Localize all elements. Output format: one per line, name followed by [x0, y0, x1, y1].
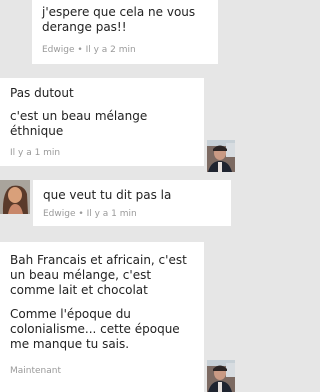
message-text: Bah Francais et africain, c'est un beau …	[10, 253, 187, 297]
author-name: Edwige	[43, 209, 76, 219]
avatar[interactable]	[0, 180, 30, 214]
man-portrait-icon	[207, 140, 235, 172]
man-portrait-icon	[207, 360, 235, 392]
message-text: c'est un beau mélange éthnique	[10, 109, 148, 138]
author-name: Edwige	[42, 45, 75, 55]
message-text: que veut tu dit pas la	[43, 188, 172, 202]
chat-message: Pas dutout c'est un beau mélange éthniqu…	[0, 78, 204, 166]
separator: •	[78, 209, 84, 219]
avatar[interactable]	[207, 140, 235, 172]
message-text: Comme l'époque du colonialisme... cette …	[10, 307, 180, 351]
message-meta: Edwige • Il y a 1 min	[43, 209, 137, 219]
chat-message: que veut tu dit pas la Edwige • Il y a 1…	[33, 180, 231, 226]
chat-message: j'espere que cela ne vous derange pas!! …	[32, 0, 218, 64]
message-meta: Edwige • Il y a 2 min	[42, 45, 136, 55]
message-text: j'espere que cela ne vous derange pas!!	[42, 5, 196, 34]
woman-portrait-icon	[0, 180, 30, 214]
timestamp: Maintenant	[10, 366, 62, 376]
message-text: Pas dutout	[10, 86, 74, 100]
avatar[interactable]	[207, 360, 235, 392]
timestamp: Il y a 1 min	[10, 148, 61, 158]
chat-message: Bah Francais et africain, c'est un beau …	[0, 242, 204, 392]
timestamp: Il y a 2 min	[85, 45, 136, 55]
separator: •	[77, 45, 83, 55]
timestamp: Il y a 1 min	[86, 209, 137, 219]
